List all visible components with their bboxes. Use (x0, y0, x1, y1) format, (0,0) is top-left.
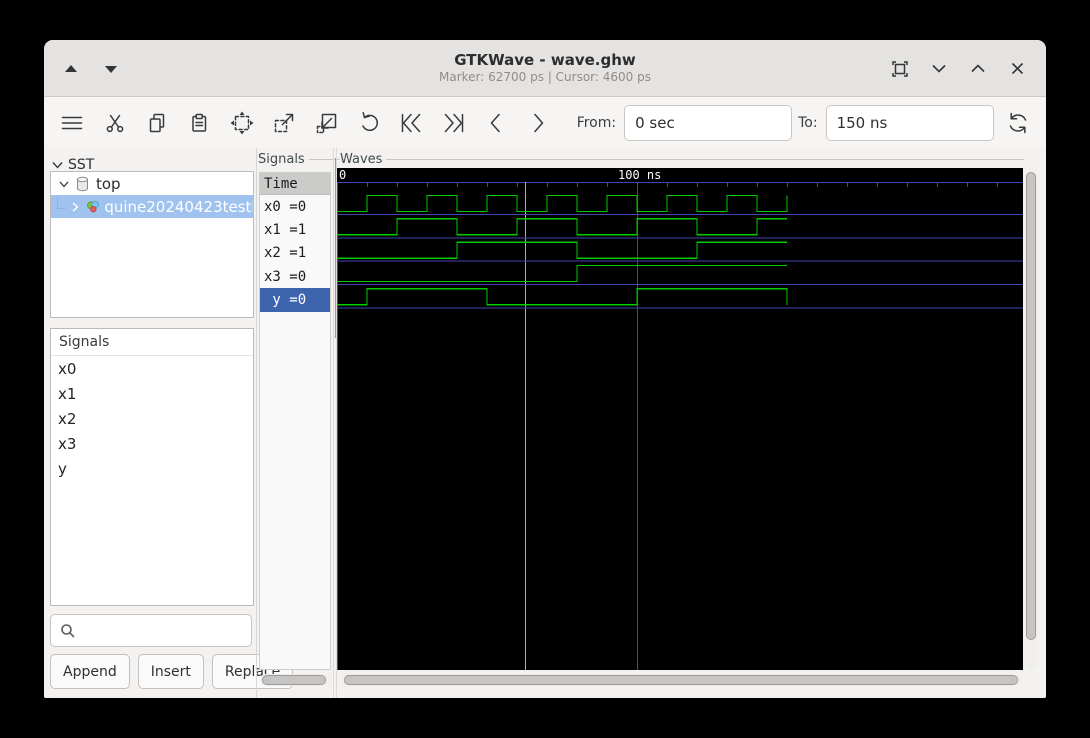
search-icon (60, 623, 76, 639)
zoom-out-button[interactable] (312, 106, 340, 140)
chevron-down-icon[interactable] (57, 177, 71, 191)
copy-button[interactable] (143, 106, 171, 140)
signal-search (50, 614, 252, 647)
zoom-in-button[interactable] (270, 106, 298, 140)
from-label: From: (577, 115, 616, 131)
maximize-button[interactable] (965, 56, 991, 82)
fullscreen-button[interactable] (887, 56, 913, 82)
go-to-end-button[interactable] (440, 106, 468, 140)
titlebar-right-buttons (887, 40, 1030, 97)
wave-vscrollbar[interactable] (1025, 168, 1037, 670)
shift-down-button[interactable] (98, 56, 124, 82)
svg-text:0: 0 (339, 168, 346, 182)
scrollbar-thumb[interactable] (344, 675, 1018, 685)
close-icon (1011, 62, 1024, 75)
insert-button[interactable]: Insert (138, 654, 204, 689)
chevron-left-icon (483, 110, 509, 136)
menu-icon (59, 110, 85, 136)
toolbar: From: To: (44, 97, 1046, 148)
zoom-in-icon (271, 110, 297, 136)
skip-to-start-icon (398, 110, 424, 136)
expander-chevron-icon (52, 161, 63, 169)
zoom-undo-button[interactable] (355, 106, 383, 140)
signal-list-header: Signals (51, 329, 253, 356)
triangle-up-icon (64, 64, 78, 74)
signal-list-item-x0[interactable]: x0 (51, 356, 253, 381)
minimize-button[interactable] (926, 56, 952, 82)
reload-button[interactable] (1004, 106, 1032, 140)
cut-button[interactable] (100, 106, 128, 140)
titlebar: GTKWave - wave.ghw Marker: 62700 ps | Cu… (44, 40, 1046, 97)
value-row-x3[interactable]: x3 =0 (260, 265, 330, 288)
wave-canvas[interactable]: 0 100 ns (337, 168, 1023, 670)
sst-tree: top quine20240423testbench (50, 171, 254, 318)
screen: GTKWave - wave.ghw Marker: 62700 ps | Cu… (0, 0, 1090, 738)
cut-icon (103, 111, 127, 135)
from-input[interactable] (624, 105, 792, 141)
tree-guide-line (57, 197, 66, 209)
value-row-x0[interactable]: x0 =0 (260, 195, 330, 218)
tree-item-label: quine20240423testbench (104, 198, 253, 216)
undo-icon (356, 110, 382, 136)
chevron-down-icon (932, 64, 946, 73)
fullscreen-icon (891, 60, 909, 78)
time-header: Time (260, 173, 330, 195)
step-forward-button[interactable] (524, 106, 552, 140)
append-button[interactable]: Append (50, 654, 130, 689)
search-input[interactable] (81, 616, 249, 645)
waveform-plot: 0 100 ns (337, 168, 1023, 670)
signal-list-item-y[interactable]: y (51, 456, 253, 481)
zoom-out-icon (314, 110, 340, 136)
tree-item-label: top (96, 175, 121, 193)
gtkwave-window: GTKWave - wave.ghw Marker: 62700 ps | Cu… (44, 40, 1046, 698)
zoom-fit-icon (229, 110, 255, 136)
copy-icon (145, 111, 169, 135)
signal-list-item-x2[interactable]: x2 (51, 406, 253, 431)
signal-values-column: Time x0 =0 x1 =1 x2 =1 x3 =0 y =0 (259, 172, 331, 670)
chevron-right-icon (525, 110, 551, 136)
value-row-x1[interactable]: x1 =1 (260, 218, 330, 241)
chevron-right-icon[interactable] (68, 200, 82, 214)
go-to-start-button[interactable] (397, 106, 425, 140)
zoom-fit-button[interactable] (228, 106, 256, 140)
tree-item-testbench[interactable]: quine20240423testbench (51, 195, 253, 218)
signals-frame-label: Signals (258, 152, 309, 167)
signal-list-item-x3[interactable]: x3 (51, 431, 253, 456)
paste-icon (187, 111, 211, 135)
module-cylinder-icon (75, 176, 90, 192)
signal-column-hscrollbar[interactable] (260, 674, 330, 686)
value-row-x2[interactable]: x2 =1 (260, 242, 330, 265)
step-back-button[interactable] (482, 106, 510, 140)
svg-text:100 ns: 100 ns (618, 168, 661, 182)
signal-list-item-x1[interactable]: x1 (51, 381, 253, 406)
waves-frame-line (384, 159, 1024, 160)
signal-list-panel: Signals x0 x1 x2 x3 y (50, 328, 254, 606)
waves-frame-label: Waves (340, 152, 386, 167)
scrollbar-thumb[interactable] (1026, 172, 1036, 640)
entity-spheres-icon (86, 198, 100, 215)
tree-item-top[interactable]: top (51, 172, 253, 195)
value-row-y[interactable]: y =0 (260, 288, 330, 311)
titlebar-left-buttons (58, 40, 124, 97)
main-content: SST top quine20240423test (44, 148, 1046, 698)
scrollbar-thumb[interactable] (262, 675, 326, 685)
menu-button[interactable] (58, 106, 86, 140)
to-input[interactable] (826, 105, 994, 141)
left-panel-separator (256, 148, 257, 698)
shift-up-button[interactable] (58, 56, 84, 82)
skip-to-end-icon (441, 110, 467, 136)
triangle-down-icon (104, 64, 118, 74)
reload-icon (1005, 110, 1031, 136)
close-button[interactable] (1004, 56, 1030, 82)
wave-hscrollbar[interactable] (342, 674, 1022, 686)
paste-button[interactable] (185, 106, 213, 140)
chevron-up-icon (971, 64, 985, 73)
to-label: To: (798, 115, 817, 131)
